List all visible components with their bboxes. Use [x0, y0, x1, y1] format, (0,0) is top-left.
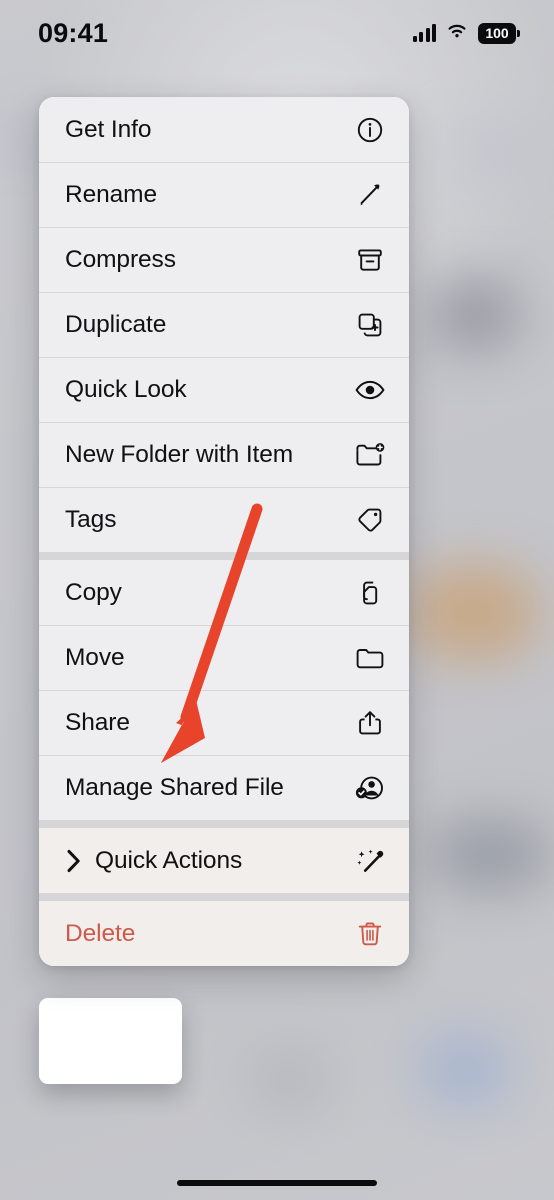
menu-item-label: Rename	[65, 180, 158, 208]
status-bar-time: 09:41	[38, 17, 109, 48]
menu-item-tags[interactable]: Tags	[39, 487, 409, 552]
eye-icon	[353, 373, 387, 407]
pencil-icon	[353, 178, 387, 212]
menu-item-label: Copy	[65, 578, 122, 606]
menu-item-label: Delete	[65, 919, 136, 947]
menu-item-label: New Folder with Item	[65, 440, 294, 468]
menu-item-new-folder-with-item[interactable]: New Folder with Item	[39, 422, 409, 487]
status-bar-indicators: 100	[412, 22, 520, 45]
magic-wand-sparkles-icon	[353, 844, 387, 878]
archive-box-icon	[353, 243, 387, 277]
menu-item-label: Get Info	[65, 115, 152, 143]
menu-group-sharing-actions: Copy Move Share Manage Shared File	[39, 560, 409, 820]
menu-item-label: Compress	[65, 245, 176, 273]
menu-item-label: Quick Look	[65, 375, 187, 403]
wifi-icon	[445, 22, 469, 45]
menu-item-move[interactable]: Move	[39, 625, 409, 690]
menu-group-quick-actions: Quick Actions	[39, 828, 409, 893]
file-thumbnail[interactable]	[39, 998, 182, 1084]
menu-group-separator	[39, 820, 409, 828]
tag-icon	[353, 503, 387, 537]
menu-group-file-actions: Get Info Rename Compress Duplicate Quick…	[39, 97, 409, 552]
status-bar: 09:41 100	[0, 0, 554, 66]
person-checkmark-icon	[353, 771, 387, 805]
info-circle-icon	[353, 113, 387, 147]
iphone-screen: 09:41 100 Get Info Rename Compress Dupli…	[0, 0, 554, 1200]
menu-item-label: Tags	[65, 505, 117, 533]
battery-level-label: 100	[485, 25, 509, 41]
menu-group-destructive-actions: Delete	[39, 901, 409, 966]
share-up-arrow-icon	[353, 706, 387, 740]
menu-item-get-info[interactable]: Get Info	[39, 97, 409, 162]
menu-item-label: Duplicate	[65, 310, 167, 338]
battery-full-icon: 100	[478, 22, 520, 44]
menu-item-copy[interactable]: Copy	[39, 560, 409, 625]
menu-item-rename[interactable]: Rename	[39, 162, 409, 227]
home-indicator	[177, 1180, 377, 1186]
cellular-bars-icon	[412, 24, 436, 42]
menu-group-separator	[39, 552, 409, 560]
context-menu[interactable]: Get Info Rename Compress Duplicate Quick…	[39, 97, 409, 966]
trash-icon	[353, 917, 387, 951]
menu-item-quick-look[interactable]: Quick Look	[39, 357, 409, 422]
menu-item-manage-shared-file[interactable]: Manage Shared File	[39, 755, 409, 820]
menu-item-delete[interactable]: Delete	[39, 901, 409, 966]
doc-on-doc-icon	[353, 576, 387, 610]
menu-item-compress[interactable]: Compress	[39, 227, 409, 292]
folder-badge-plus-icon	[353, 438, 387, 472]
menu-item-label: Share	[65, 708, 130, 736]
menu-item-label: Move	[65, 643, 125, 671]
menu-item-quick-actions[interactable]: Quick Actions	[39, 828, 409, 893]
menu-group-separator	[39, 893, 409, 901]
chevron-right-icon	[65, 848, 89, 874]
menu-item-label: Manage Shared File	[65, 773, 284, 801]
menu-item-share[interactable]: Share	[39, 690, 409, 755]
menu-item-label: Quick Actions	[95, 846, 243, 874]
menu-item-duplicate[interactable]: Duplicate	[39, 292, 409, 357]
duplicate-plus-icon	[353, 308, 387, 342]
folder-icon	[353, 641, 387, 675]
